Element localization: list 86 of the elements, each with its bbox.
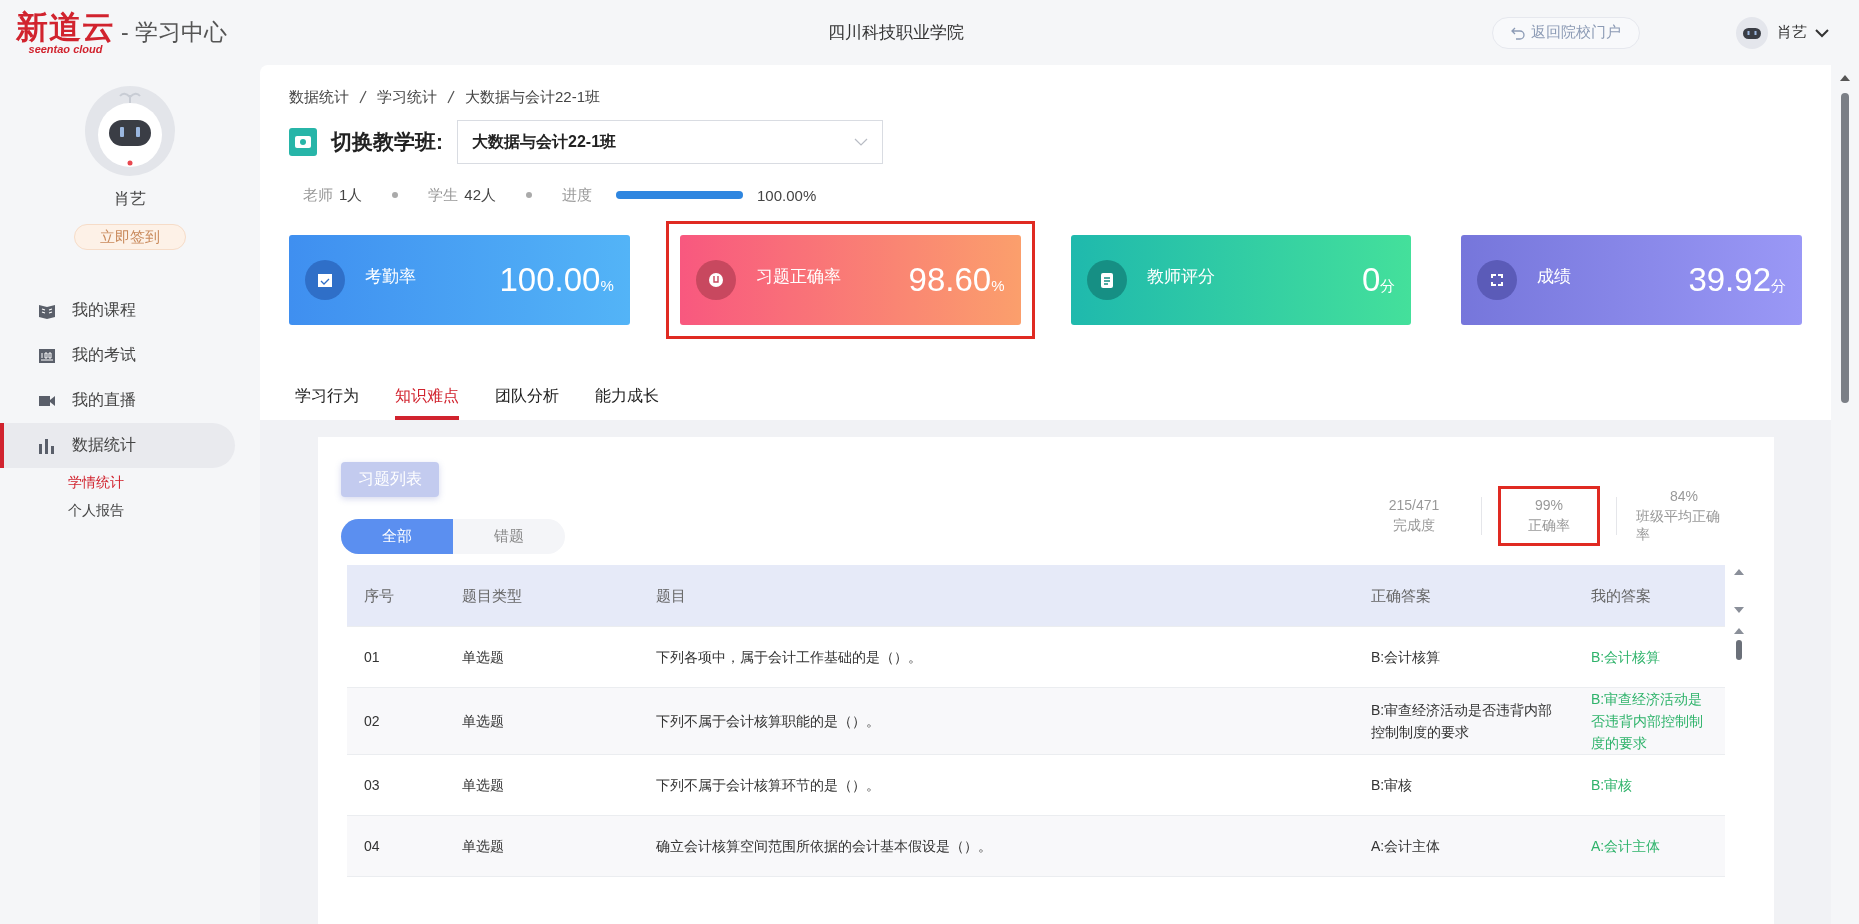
school-name: 四川科技职业学院 [827,22,965,44]
table-cell-text: B:会计核算 [1370,648,1442,667]
table-cell-text: 下列不属于会计核算环节的是（）。 [655,776,881,795]
stat-card-label: 习题正确率 [755,265,842,288]
progress-label: 进度 [562,185,593,205]
sidebar-subitem[interactable]: 个人报告 [0,496,260,524]
student-count: 42人 [464,185,497,205]
breadcrumb-item[interactable]: 数据统计 [289,87,349,107]
product-name: - 学习中心 [121,18,228,47]
bar-chart-icon [38,437,56,454]
separator-dot [392,192,399,198]
table-cell-text: 03 [363,776,381,795]
table-cell-text: 下列不属于会计核算职能的是（）。 [655,712,881,731]
score-board-icon [38,347,56,364]
stat-label: 完成度 [1393,517,1435,535]
column-header: 题目类型 [461,585,523,606]
brand-tagline: seentao cloud [28,42,103,55]
table-cell-text: 单选题 [461,648,505,667]
breadcrumb-item[interactable]: 大数据与会计22-1班 [465,87,601,107]
stat-value: 215/471 [1388,497,1440,513]
sidebar-item-label: 数据统计 [72,435,136,455]
profile-name: 肖艺 [114,189,146,209]
table-cell-text: 04 [363,837,381,856]
table-cell-text: 确立会计核算空间范围所依据的会计基本假设是（）。 [655,837,993,856]
sidebar-item-label: 我的课程 [72,300,136,320]
stat-value: 84% [1670,488,1698,504]
stat-card-value: 98.60% [908,261,1005,299]
table-cell-text: 单选题 [461,776,505,795]
stat-card-value: 39.92分 [1688,261,1786,299]
breadcrumb-separator-icon [359,90,367,104]
teacher-count: 1人 [339,185,363,205]
chevron-down-icon [854,138,868,146]
column-header: 序号 [363,585,395,606]
table-cell-text: A:会计主体 [1590,837,1662,856]
sidebar-item[interactable]: 我的课程 [0,288,235,333]
classroom-icon [289,128,317,156]
return-arrow-icon [1511,25,1525,40]
table-scrollbar[interactable] [1733,627,1745,661]
column-header: 题目 [655,585,687,606]
stat-card-value: 0分 [1361,261,1396,299]
table-cell-text: B:会计核算 [1590,648,1662,667]
stat-card-label: 成绩 [1537,265,1573,288]
stat-value: 99% [1535,497,1563,513]
student-label: 学生 [428,185,459,205]
column-header: 正确答案 [1370,585,1432,606]
table-cell-text: 01 [363,648,381,667]
robot-avatar-icon [1735,15,1769,50]
table-cell-text: 下列各项中，属于会计工作基础的是（）。 [655,648,923,667]
sidebar-subitem[interactable]: 学情统计 [0,468,260,496]
progress-percent: 100.00% [757,186,817,204]
stat-card-label: 考勤率 [365,265,417,288]
stat-label: 正确率 [1528,517,1570,535]
stat-label: 班级平均正确率 [1636,508,1721,544]
brand-logo-text: 新道云 [16,10,115,43]
stat-card-label: 教师评分 [1146,265,1216,288]
tab[interactable]: 团队分析 [495,377,559,420]
table-cell-text: B:审查经济活动是否违背内部控制制度的要求 [1590,690,1704,753]
table-cell-text: 单选题 [461,712,505,731]
table-cell-text: 02 [363,712,381,731]
video-camera-icon [38,393,56,408]
table-cell-text: B:审核 [1370,776,1414,795]
table-cell-text: 单选题 [461,837,505,856]
sidebar-item-label: 我的考试 [72,345,136,365]
class-select[interactable]: 大数据与会计22-1班 [457,120,883,164]
chevron-down-icon[interactable] [1815,27,1829,38]
sidebar-item[interactable]: 数据统计 [0,423,235,468]
table-cell-text: B:审查经济活动是否违背内部控制制度的要求 [1370,701,1554,742]
user-name[interactable]: 肖艺 [1777,23,1807,42]
document-icon [1086,260,1127,300]
table-cell-text: A:会计主体 [1370,837,1442,856]
stamp-icon [695,260,736,300]
sidebar-item-label: 我的直播 [72,390,136,410]
class-switch-label: 切换教学班: [331,129,443,155]
calendar-icon [305,260,345,300]
teacher-label: 老师 [303,185,333,205]
column-header: 我的答案 [1590,585,1652,606]
tab[interactable]: 能力成长 [595,377,659,420]
sidebar-item[interactable]: 我的考试 [0,333,235,378]
breadcrumb-separator-icon [447,90,455,104]
table-cell-text: B:审核 [1590,776,1634,795]
sidebar-item[interactable]: 我的直播 [0,378,235,423]
separator-dot [526,192,533,198]
tab[interactable]: 学习行为 [295,377,359,420]
breadcrumb-item[interactable]: 学习统计 [377,87,437,107]
book-icon [38,302,56,319]
stat-card-value: 100.00% [499,261,614,299]
